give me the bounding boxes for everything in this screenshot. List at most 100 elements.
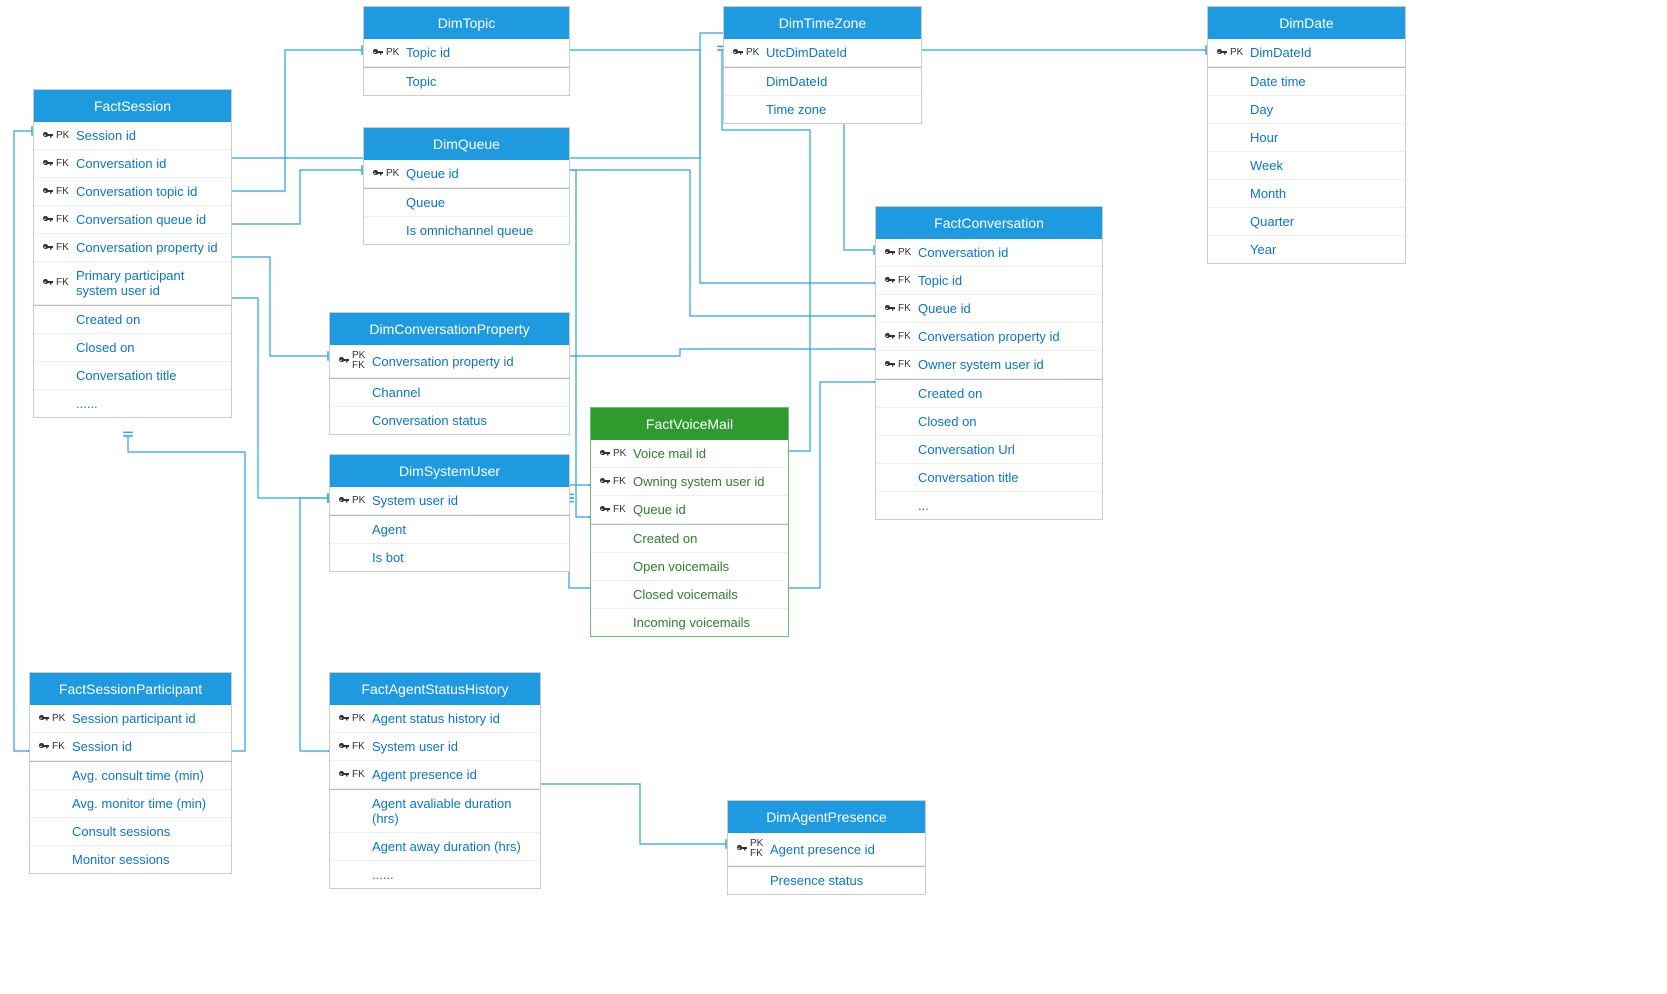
attribute-label: Agent presence id [372,767,477,782]
entity-attribute-row[interactable]: Is bot [330,544,569,571]
entity-attribute-row[interactable]: ...... [34,390,231,417]
entity-dimTimeZone[interactable]: DimTimeZonePKUtcDimDateIdDimDateIdTime z… [723,6,922,124]
entity-attribute-row[interactable]: Hour [1208,124,1405,152]
entity-attribute-row[interactable]: Queue [364,188,569,217]
entity-attribute-row[interactable]: Created on [34,305,231,334]
attribute-label: Month [1250,186,1286,201]
key-tag: PK [352,714,365,724]
entity-attribute-row[interactable]: Month [1208,180,1405,208]
entity-attribute-row[interactable]: PKQueue id [364,160,569,188]
entity-header[interactable]: FactAgentStatusHistory [330,673,540,705]
entity-attribute-row[interactable]: DimDateId [724,67,921,96]
attribute-label: Conversation property id [372,354,514,369]
entity-dimSystemUser[interactable]: DimSystemUserPKSystem user idAgentIs bot [329,454,570,572]
entity-factVoiceMail[interactable]: FactVoiceMailPKVoice mail idFKOwning sys… [590,407,789,637]
entity-attribute-row[interactable]: Open voicemails [591,553,788,581]
entity-attribute-row[interactable]: Conversation status [330,407,569,434]
attribute-label: Primary participant system user id [76,268,223,298]
entity-dimDate[interactable]: DimDatePKDimDateIdDate timeDayHourWeek Mo… [1207,6,1406,264]
entity-attribute-row[interactable]: Closed voicemails [591,581,788,609]
entity-attribute-row[interactable]: FKConversation property id [876,323,1102,351]
entity-attribute-row[interactable]: Presence status [728,866,925,894]
attribute-label: Conversation property id [76,240,218,255]
entity-attribute-row[interactable]: Is omnichannel queue [364,217,569,244]
entity-attribute-row[interactable]: Avg. consult time (min) [30,761,231,790]
entity-attribute-row[interactable]: FKConversation topic id [34,178,231,206]
entity-dimConversationProperty[interactable]: DimConversationPropertyPKFKConversation … [329,312,570,435]
entity-attribute-row[interactable]: PKUtcDimDateId [724,39,921,67]
key-indicator: FK [884,275,918,287]
entity-header[interactable]: DimConversationProperty [330,313,569,345]
entity-header[interactable]: FactSession [34,90,231,122]
entity-attribute-row[interactable]: PKFKAgent presence id [728,833,925,866]
key-indicator: PK [732,47,766,59]
entity-attribute-row[interactable]: FKConversation id [34,150,231,178]
entity-attribute-row[interactable]: PKAgent status history id [330,705,540,733]
entity-attribute-row[interactable]: FKConversation queue id [34,206,231,234]
entity-attribute-row[interactable]: FKTopic id [876,267,1102,295]
entity-attribute-row[interactable]: PKVoice mail id [591,440,788,468]
entity-header[interactable]: FactConversation [876,207,1102,239]
entity-header[interactable]: DimDate [1208,7,1405,39]
entity-attribute-row[interactable]: Agent avaliable duration (hrs) [330,789,540,833]
entity-attribute-row[interactable]: Created on [876,379,1102,408]
attribute-label: Is omnichannel queue [406,223,533,238]
entity-attribute-row[interactable]: Agent [330,515,569,544]
entity-attribute-row[interactable]: FKOwner system user id [876,351,1102,379]
entity-attribute-row[interactable]: ... [876,492,1102,519]
entity-attribute-row[interactable]: FKPrimary participant system user id [34,262,231,305]
entity-attribute-row[interactable]: PKSession participant id [30,705,231,733]
entity-attribute-row[interactable]: FKSystem user id [330,733,540,761]
attribute-label: Conversation id [918,245,1008,260]
key-indicator: PKFK [338,351,372,371]
entity-header[interactable]: DimAgentPresence [728,801,925,833]
entity-attribute-row[interactable]: Consult sessions [30,818,231,846]
entity-attribute-row[interactable]: PKSystem user id [330,487,569,515]
entity-dimAgentPresence[interactable]: DimAgentPresencePKFKAgent presence idPre… [727,800,926,895]
entity-dimQueue[interactable]: DimQueuePKQueue idQueue Is omnichannel qu… [363,127,570,245]
entity-attribute-row[interactable]: Incoming voicemails [591,609,788,636]
entity-attribute-row[interactable]: Avg. monitor time (min) [30,790,231,818]
attribute-label: ...... [76,396,98,411]
entity-attribute-row[interactable]: Time zone [724,96,921,123]
entity-attribute-row[interactable]: Closed on [876,408,1102,436]
entity-attribute-row[interactable]: FKQueue id [876,295,1102,323]
entity-attribute-row[interactable]: FKConversation property id [34,234,231,262]
entity-header[interactable]: FactVoiceMail [591,408,788,440]
entity-attribute-row[interactable]: PKFKConversation property id [330,345,569,378]
entity-attribute-row[interactable]: ...... [330,861,540,888]
entity-attribute-row[interactable]: FKQueue id [591,496,788,524]
entity-attribute-row[interactable]: PKTopic id [364,39,569,67]
entity-attribute-row[interactable]: Day [1208,96,1405,124]
entity-attribute-row[interactable]: Agent away duration (hrs) [330,833,540,861]
entity-attribute-row[interactable]: Date time [1208,67,1405,96]
entity-attribute-row[interactable]: Conversation title [34,362,231,390]
entity-attribute-row[interactable]: Topic [364,67,569,95]
entity-attribute-row[interactable]: PKSession id [34,122,231,150]
entity-factSessionParticipant[interactable]: FactSessionParticipantPKSession particip… [29,672,232,874]
entity-attribute-row[interactable]: Closed on [34,334,231,362]
entity-attribute-row[interactable]: FKOwning system user id [591,468,788,496]
entity-factAgentStatusHistory[interactable]: FactAgentStatusHistoryPKAgent status his… [329,672,541,889]
entity-attribute-row[interactable]: Channel [330,378,569,407]
entity-attribute-row[interactable]: Created on [591,524,788,553]
entity-header[interactable]: DimSystemUser [330,455,569,487]
entity-header[interactable]: DimQueue [364,128,569,160]
entity-attribute-row[interactable]: Conversation Url [876,436,1102,464]
entity-header[interactable]: DimTopic [364,7,569,39]
entity-attribute-row[interactable]: Quarter [1208,208,1405,236]
entity-attribute-row[interactable]: FKAgent presence id [330,761,540,789]
key-indicator: PK [338,713,372,725]
entity-dimTopic[interactable]: DimTopicPKTopic idTopic [363,6,570,96]
entity-attribute-row[interactable]: Year [1208,236,1405,263]
entity-header[interactable]: FactSessionParticipant [30,673,231,705]
entity-factConversation[interactable]: FactConversationPKConversation idFKTopic… [875,206,1103,520]
entity-attribute-row[interactable]: Conversation title [876,464,1102,492]
entity-attribute-row[interactable]: FKSession id [30,733,231,761]
entity-attribute-row[interactable]: PKConversation id [876,239,1102,267]
entity-attribute-row[interactable]: Week [1208,152,1405,180]
entity-header[interactable]: DimTimeZone [724,7,921,39]
entity-attribute-row[interactable]: PKDimDateId [1208,39,1405,67]
entity-factSession[interactable]: FactSessionPKSession idFKConversation id… [33,89,232,418]
entity-attribute-row[interactable]: Monitor sessions [30,846,231,873]
